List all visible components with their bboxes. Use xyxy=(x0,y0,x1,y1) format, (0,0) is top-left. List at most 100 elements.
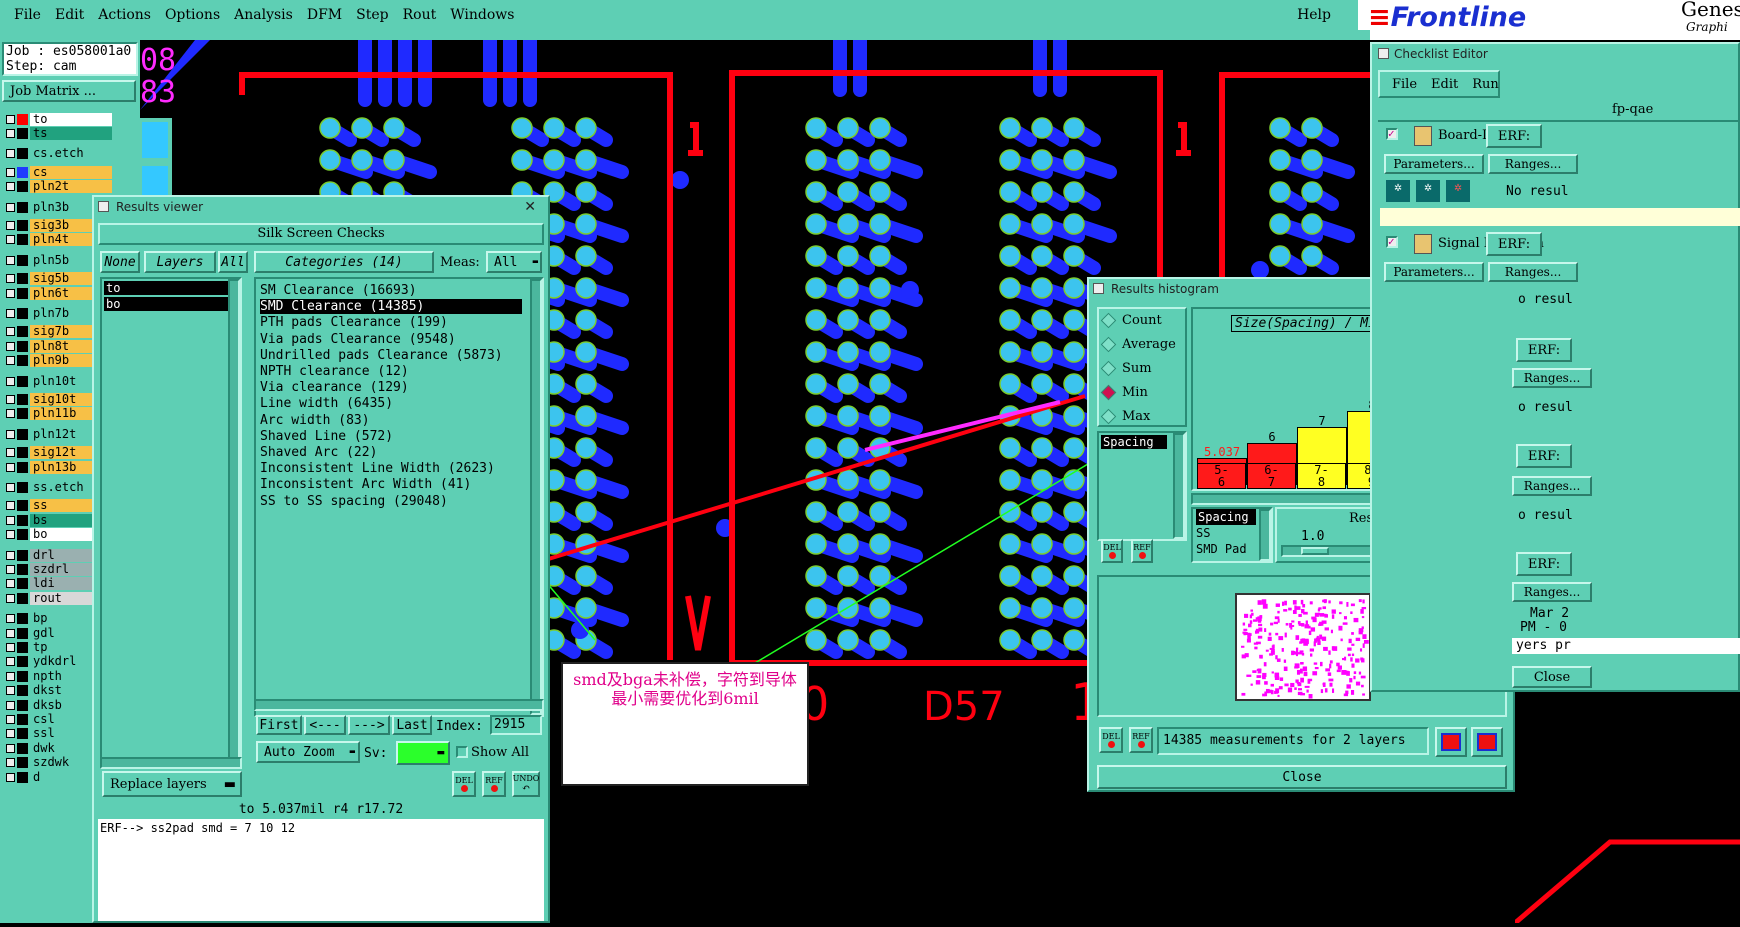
mode-radio[interactable]: Average xyxy=(1100,336,1176,353)
layer-checkbox[interactable] xyxy=(6,235,15,245)
layer-name[interactable]: ts xyxy=(30,126,112,140)
result-icon-1[interactable]: ✲ xyxy=(1386,180,1410,202)
item1-erf[interactable]: ERF: xyxy=(1486,124,1542,148)
layer-checkbox[interactable] xyxy=(6,341,15,351)
category-scrollbar[interactable] xyxy=(530,279,542,715)
layers-button[interactable]: Layers xyxy=(144,251,216,273)
layer-color-swatch[interactable] xyxy=(17,578,28,590)
layer-checkbox[interactable] xyxy=(6,628,15,638)
checklist-menu-edit[interactable]: Edit xyxy=(1431,77,1458,92)
menu-step[interactable]: Step xyxy=(356,7,388,23)
mode-radio[interactable]: Count xyxy=(1100,312,1162,329)
layer-checkbox[interactable] xyxy=(6,743,15,753)
menu-file[interactable]: File xyxy=(14,7,41,23)
show-all-checkbox[interactable] xyxy=(456,746,468,758)
board-preview[interactable] xyxy=(1235,593,1371,701)
item1-ranges-button[interactable]: Ranges... xyxy=(1488,154,1578,174)
category-item[interactable]: SM Clearance (16693) xyxy=(260,283,417,298)
tail-erf[interactable]: ERF: xyxy=(1516,552,1572,576)
layer-color-swatch[interactable] xyxy=(17,461,28,473)
menu-analysis[interactable]: Analysis xyxy=(234,7,293,23)
layer-color-swatch[interactable] xyxy=(17,742,28,754)
layer-checkbox[interactable] xyxy=(6,308,15,318)
layer-color-swatch[interactable] xyxy=(17,685,28,697)
last-button[interactable]: Last xyxy=(392,715,432,735)
item2-erf[interactable]: ERF: xyxy=(1486,232,1542,256)
layer-color-swatch[interactable] xyxy=(17,627,28,639)
layer-color-swatch[interactable] xyxy=(17,549,28,561)
attr-item-selected[interactable]: Spacing xyxy=(1196,509,1256,525)
window-menu-icon[interactable] xyxy=(1093,283,1104,294)
checklist-menu-file[interactable]: File xyxy=(1392,77,1417,92)
category-item[interactable]: Shaved Line (572) xyxy=(260,429,393,444)
layer-row[interactable]: to xyxy=(6,112,112,126)
undo-button[interactable]: UNDO ↶ xyxy=(512,771,540,797)
layer-checkbox[interactable] xyxy=(6,593,15,603)
histogram-close-button[interactable]: Close xyxy=(1097,765,1507,789)
checklist-menu-run[interactable]: Run xyxy=(1472,77,1499,92)
layer-checkbox[interactable] xyxy=(6,482,15,492)
layer-checkbox[interactable] xyxy=(6,729,15,739)
layer-color-swatch[interactable] xyxy=(17,273,28,285)
layer-color-swatch[interactable] xyxy=(17,307,28,319)
layer-color-swatch[interactable] xyxy=(17,355,28,367)
item1-parameters-button[interactable]: Parameters... xyxy=(1384,154,1484,174)
result-icon-2[interactable]: ✲ xyxy=(1416,180,1440,202)
layer-color-swatch[interactable] xyxy=(17,113,28,125)
category-item[interactable]: NPTH clearance (12) xyxy=(260,364,409,379)
layer-color-swatch[interactable] xyxy=(17,326,28,338)
layer-color-swatch[interactable] xyxy=(17,514,28,526)
mode-radio[interactable]: Max xyxy=(1100,408,1150,425)
layer-name[interactable]: pln2t xyxy=(30,180,112,194)
layer-checkbox[interactable] xyxy=(6,686,15,696)
layer-checkbox[interactable] xyxy=(6,671,15,681)
layer-color-swatch[interactable] xyxy=(17,641,28,653)
window-menu-icon[interactable] xyxy=(98,201,109,212)
zoom-home-button[interactable] xyxy=(1471,727,1503,757)
layer-checkbox[interactable] xyxy=(6,657,15,667)
layer-color-swatch[interactable] xyxy=(17,375,28,387)
category-item[interactable]: Via clearance (129) xyxy=(260,380,409,395)
index-input[interactable]: 2915 xyxy=(490,715,542,735)
next-button[interactable]: ---> xyxy=(348,715,390,735)
layer-row[interactable]: cs.etch xyxy=(6,147,112,161)
layer-color-swatch[interactable] xyxy=(17,447,28,459)
layer-checkbox[interactable] xyxy=(6,714,15,724)
layer-checkbox[interactable] xyxy=(6,167,15,177)
menu-help[interactable]: Help xyxy=(1297,7,1331,23)
menu-options[interactable]: Options xyxy=(165,7,220,23)
layer-list-scrollbar[interactable] xyxy=(228,279,240,765)
layer-color-swatch[interactable] xyxy=(17,656,28,668)
category-item[interactable]: Shaved Arc (22) xyxy=(260,445,377,460)
category-item[interactable]: Arc width (83) xyxy=(260,413,370,428)
layer-name[interactable]: cs.etch xyxy=(30,147,112,161)
category-item[interactable]: Via pads Clearance (9548) xyxy=(260,332,456,347)
layer-name[interactable]: cs xyxy=(30,165,112,179)
layer-color-swatch[interactable] xyxy=(17,393,28,405)
none-button[interactable]: None xyxy=(100,251,140,273)
layer-checkbox[interactable] xyxy=(6,409,15,419)
layer-checkbox[interactable] xyxy=(6,515,15,525)
tail-ranges-button[interactable]: Ranges... xyxy=(1512,476,1592,496)
layer-row[interactable]: cs xyxy=(6,165,112,179)
preview-ref-button[interactable]: REF xyxy=(1129,727,1153,753)
preview-del-button[interactable]: DEL xyxy=(1099,727,1123,753)
layer-color-swatch[interactable] xyxy=(17,529,28,541)
zoom-fit-button[interactable] xyxy=(1435,727,1467,757)
layer-checkbox[interactable] xyxy=(6,255,15,265)
tail-ranges-button[interactable]: Ranges... xyxy=(1512,582,1592,602)
layer-color-swatch[interactable] xyxy=(17,219,28,231)
hist-del-button[interactable]: DEL xyxy=(1101,539,1123,563)
layer-checkbox[interactable] xyxy=(6,394,15,404)
menu-actions[interactable]: Actions xyxy=(98,7,151,23)
layer-color-swatch[interactable] xyxy=(17,181,28,193)
layer-checkbox[interactable] xyxy=(6,758,15,768)
layer-checkbox[interactable] xyxy=(6,274,15,284)
layer-checkbox[interactable] xyxy=(6,114,15,124)
layer-checkbox[interactable] xyxy=(6,448,15,458)
category-item[interactable]: Inconsistent Line Width (2623) xyxy=(260,461,495,476)
first-button[interactable]: First xyxy=(256,715,302,735)
category-item[interactable]: Inconsistent Arc Width (41) xyxy=(260,477,471,492)
layer-name[interactable]: to xyxy=(30,112,112,126)
meas-dropdown[interactable]: All ▬ xyxy=(486,251,542,273)
